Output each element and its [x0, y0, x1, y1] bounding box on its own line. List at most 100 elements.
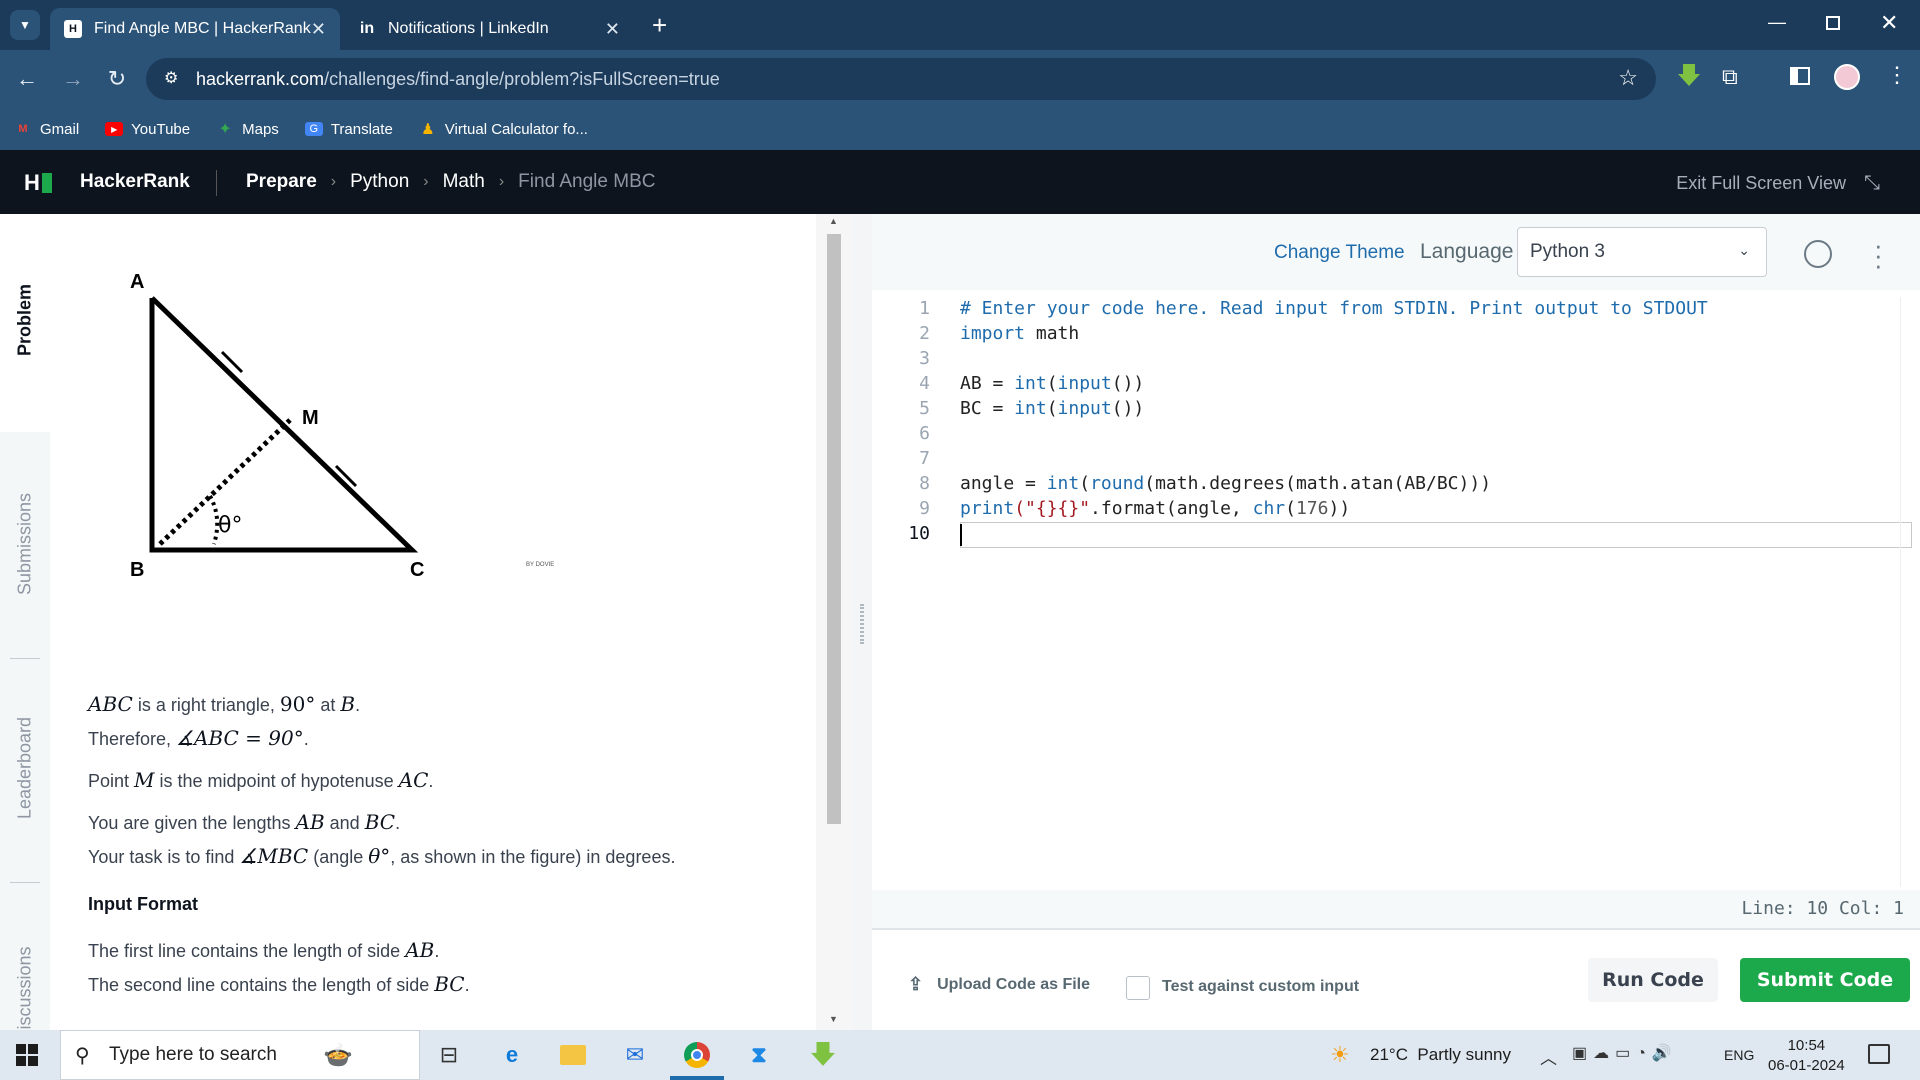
bookmark-label: Maps: [242, 120, 279, 138]
text-caret: [960, 524, 962, 546]
hackerrank-favicon-icon: H: [64, 20, 82, 38]
more-options-icon[interactable]: · · ·: [1874, 232, 1883, 278]
show-hidden-icons[interactable]: ︿: [1540, 1044, 1557, 1069]
bookmark-calculator[interactable]: ♟ Virtual Calculator fo...: [419, 121, 588, 139]
url-host: hackerrank.com: [196, 68, 325, 89]
bookmark-label: Translate: [330, 120, 393, 138]
mail-icon[interactable]: ✉: [620, 1040, 650, 1070]
tab-submissions[interactable]: Submissions: [15, 493, 36, 595]
vertex-label-m: M: [302, 407, 319, 429]
close-window-icon[interactable]: ✕: [1880, 10, 1898, 36]
tab-discussions[interactable]: iscussions: [15, 946, 36, 1029]
line-number: 9: [919, 498, 930, 519]
taskbar-clock[interactable]: 10:54 06-01-2024: [1768, 1036, 1845, 1076]
triangle-figure: A B C M θ° BY DOVIE: [130, 271, 554, 581]
bookmark-translate[interactable]: G Translate: [304, 120, 393, 138]
browser-menu-icon[interactable]: ⋮: [1886, 62, 1908, 88]
bookmark-maps[interactable]: ✦ Maps: [216, 120, 279, 139]
url-path: /challenges/find-angle/problem?isFullScr…: [324, 68, 720, 89]
vertex-label-c: C: [410, 559, 424, 581]
taskbar-search-input[interactable]: ⚲ Type here to search 🍲: [60, 1030, 420, 1080]
search-highlight-icon: 🍲: [323, 1042, 353, 1069]
tab-linkedin[interactable]: in Notifications | LinkedIn ✕: [344, 8, 634, 50]
upload-code-button[interactable]: ⇪ Upload Code as File: [908, 974, 1090, 995]
scroll-up-icon[interactable]: ▲: [829, 216, 838, 226]
chevron-down-icon: ⌄: [1738, 242, 1750, 258]
vertex-label-a: A: [130, 271, 144, 293]
chevron-right-icon: ›: [423, 173, 429, 190]
submit-code-button[interactable]: Submit Code: [1740, 958, 1910, 1002]
bookmark-gmail[interactable]: M Gmail: [14, 121, 79, 138]
code-editor[interactable]: 1 2 3 4 5 6 7 8 9 10 # Enter your code h…: [872, 290, 1920, 890]
problem-side-tabs: Problem Submissions Leaderboard iscussio…: [0, 214, 50, 1030]
windows-start-icon[interactable]: [16, 1044, 38, 1066]
tab-hackerrank[interactable]: H Find Angle MBC | HackerRank ✕: [50, 8, 340, 50]
language-select[interactable]: Python 3 ⌄: [1517, 227, 1767, 277]
tray-icons[interactable]: ▣☁▭◔🔊: [1572, 1043, 1678, 1063]
change-theme-link[interactable]: Change Theme: [1274, 242, 1405, 264]
bookmark-star-icon[interactable]: ☆: [1618, 65, 1638, 91]
notifications-icon[interactable]: [1868, 1044, 1890, 1064]
close-tab-icon[interactable]: ✕: [605, 19, 620, 40]
custom-input-label[interactable]: Test against custom input: [1162, 978, 1359, 996]
translate-icon: G: [304, 122, 323, 136]
tab-search-icon[interactable]: ▼: [10, 10, 40, 40]
site-info-icon[interactable]: ⚙: [164, 68, 178, 88]
reload-icon[interactable]: ↻: [102, 64, 132, 94]
calculator-icon: ♟: [421, 121, 435, 138]
code-line-9: print("{}{}".format(angle, chr(176)): [960, 498, 1351, 519]
scrollbar-thumb[interactable]: [827, 234, 841, 824]
problem-statement: A B C M θ° BY DOVIE ABC is a right trian…: [50, 214, 820, 1030]
line-number: 1: [919, 298, 930, 319]
side-panel-icon[interactable]: [1790, 67, 1810, 85]
profile-avatar[interactable]: [1834, 64, 1860, 90]
input-line-2: The second line contains the length of s…: [88, 972, 470, 996]
bookmark-youtube[interactable]: ▶ YouTube: [105, 121, 190, 138]
run-code-button[interactable]: Run Code: [1588, 958, 1718, 1002]
pane-splitter[interactable]: [852, 214, 872, 1030]
back-icon[interactable]: ←: [12, 64, 42, 94]
upload-label: Upload Code as File: [937, 975, 1091, 993]
hackerrank-navbar: H HackerRank Prepare › Python › Math › F…: [0, 150, 1920, 214]
statement-line-5: Your task is to find ∡MBC (angle θ°, as …: [88, 844, 676, 868]
restore-icon[interactable]: [1826, 16, 1840, 30]
breadcrumb-python[interactable]: Python: [350, 171, 409, 193]
drag-handle-icon[interactable]: [860, 604, 864, 644]
code-line-5: BC = int(input()): [960, 398, 1145, 419]
close-tab-icon[interactable]: ✕: [311, 19, 326, 40]
download-manager-icon[interactable]: [808, 1040, 838, 1070]
weather-icon[interactable]: ☀: [1330, 1042, 1350, 1068]
chrome-icon[interactable]: [682, 1040, 712, 1070]
tab-leaderboard[interactable]: Leaderboard: [15, 717, 36, 819]
input-language[interactable]: ENG: [1724, 1047, 1754, 1063]
address-bar-row: ← → ↻ ⚙ hackerrank.com/challenges/find-a…: [0, 50, 1920, 108]
brand-name[interactable]: HackerRank: [80, 171, 190, 193]
breadcrumb-math[interactable]: Math: [443, 171, 485, 193]
weather-text[interactable]: 21°C Partly sunny: [1370, 1045, 1511, 1065]
history-icon[interactable]: [1804, 240, 1832, 268]
minimize-icon[interactable]: —: [1768, 12, 1786, 33]
code-line-8: angle = int(round(math.degrees(math.atan…: [960, 473, 1492, 494]
breadcrumb-prepare[interactable]: Prepare: [246, 171, 317, 193]
exit-fullscreen-button[interactable]: Exit Full Screen View ⤡: [1676, 172, 1880, 195]
line-number: 4: [919, 373, 930, 394]
custom-input-checkbox[interactable]: [1126, 976, 1150, 1000]
extensions-icon[interactable]: ⧉: [1722, 64, 1738, 90]
line-number: 10: [908, 523, 930, 544]
url-input[interactable]: ⚙ hackerrank.com/challenges/find-angle/p…: [146, 58, 1656, 100]
task-view-icon[interactable]: ⊟: [434, 1040, 464, 1070]
new-tab-icon[interactable]: +: [652, 10, 667, 41]
scroll-down-icon[interactable]: ▼: [829, 1014, 838, 1024]
statement-line-4: You are given the lengths AB and BC.: [88, 810, 401, 834]
tab-problem[interactable]: Problem: [15, 284, 36, 356]
edge-icon[interactable]: e: [497, 1040, 527, 1070]
vscode-icon[interactable]: ⧗: [744, 1040, 774, 1070]
editor-scrollbar[interactable]: [1900, 297, 1916, 887]
forward-icon[interactable]: →: [58, 64, 88, 94]
problem-scrollbar[interactable]: ▲ ▼: [816, 214, 852, 1030]
file-explorer-icon[interactable]: [558, 1040, 588, 1070]
tab-divider: [10, 882, 40, 883]
hackerrank-logo-icon[interactable]: H: [24, 170, 52, 196]
download-extension-icon[interactable]: [1678, 64, 1700, 88]
line-number: 2: [919, 323, 930, 344]
